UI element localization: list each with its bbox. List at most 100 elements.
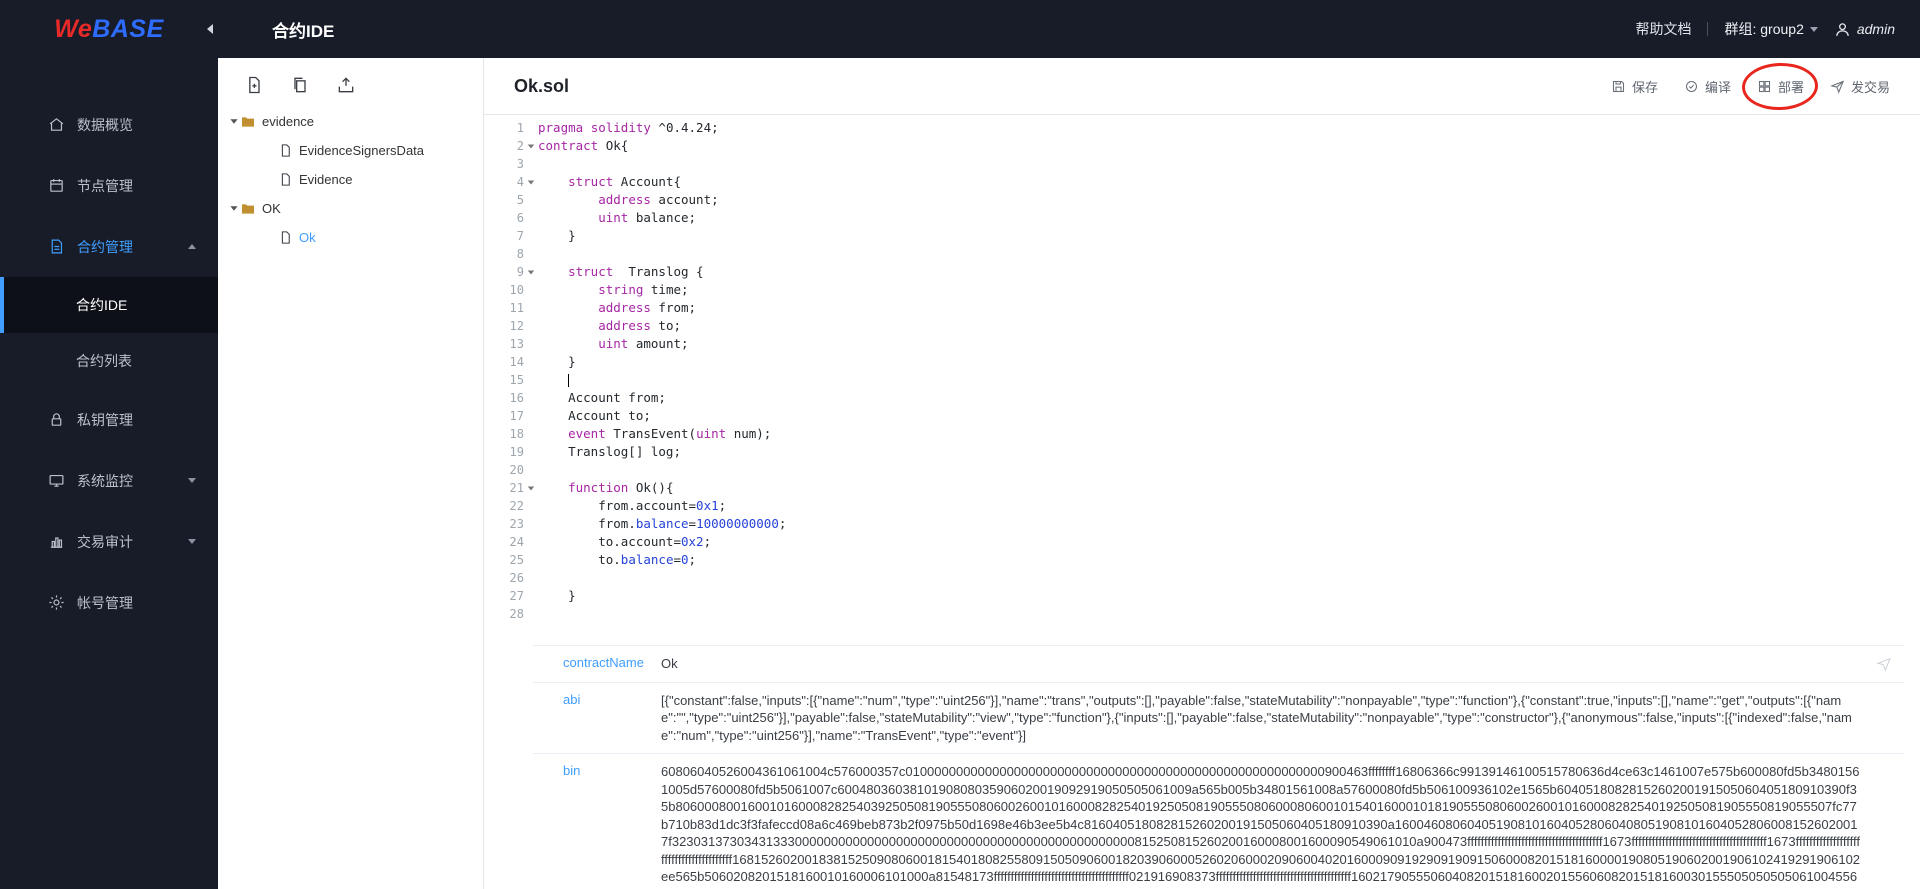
code-line[interactable]: 21 function Ok(){ xyxy=(484,479,1920,497)
line-number: 22 xyxy=(509,499,524,513)
open-file-title: Ok.sol xyxy=(514,75,570,96)
code-text: contract Ok{ xyxy=(538,138,629,153)
sidebar-item-private-key[interactable]: 私钥管理 xyxy=(0,389,218,450)
output-value: Ok xyxy=(661,656,678,671)
save-button[interactable]: 保存 xyxy=(1611,77,1658,96)
sidebar-item-account-mgmt[interactable]: 帐号管理 xyxy=(0,572,218,633)
fold-gutter xyxy=(524,515,538,533)
code-line[interactable]: 19 Translog[] log; xyxy=(484,443,1920,461)
tree-folder-ok[interactable]: OK xyxy=(218,194,483,223)
compile-icon xyxy=(1685,80,1697,92)
code-line[interactable]: 14 } xyxy=(484,353,1920,371)
fold-gutter xyxy=(524,119,538,137)
fold-gutter xyxy=(524,497,538,515)
tree-file-evidencesignersdata[interactable]: EvidenceSignersData xyxy=(218,136,483,165)
code-text: to.balance=0; xyxy=(538,552,697,567)
code-line[interactable]: 11 address from; xyxy=(484,299,1920,317)
compile-label: 编译 xyxy=(1704,79,1731,95)
code-line[interactable]: 3 xyxy=(484,155,1920,173)
tree-expand-icon[interactable] xyxy=(228,206,240,211)
sidebar-item-contract-mgmt[interactable]: 合约管理 xyxy=(0,216,218,277)
deploy-button[interactable]: 部署 xyxy=(1741,61,1819,111)
code-line[interactable]: 1 pragma solidity ^0.4.24; xyxy=(484,119,1920,137)
line-number: 12 xyxy=(509,319,524,333)
group-selector[interactable]: 群组: group2 xyxy=(1724,19,1818,39)
code-line[interactable]: 17 Account to; xyxy=(484,407,1920,425)
compile-button[interactable]: 编译 xyxy=(1684,77,1731,96)
fold-toggle-icon[interactable] xyxy=(524,137,538,155)
new-file-icon[interactable] xyxy=(244,75,264,95)
monitor-icon xyxy=(49,474,64,487)
fold-toggle-icon[interactable] xyxy=(524,173,538,191)
line-number: 2 xyxy=(516,139,524,153)
code-text: Account from; xyxy=(538,390,666,405)
tree-file-evidence[interactable]: Evidence xyxy=(218,165,483,194)
user-menu[interactable]: admin xyxy=(1834,21,1895,38)
output-label: abi xyxy=(563,691,581,707)
code-line[interactable]: 15 xyxy=(484,371,1920,389)
output-send-icon[interactable] xyxy=(1876,656,1892,677)
sidebar-item-label: 数据概览 xyxy=(77,116,133,133)
tree-file-ok[interactable]: Ok xyxy=(218,223,483,252)
code-text: struct Translog { xyxy=(568,264,704,279)
sidebar-item-contract-ide[interactable]: 合约IDE xyxy=(0,277,218,333)
line-number: 16 xyxy=(509,391,524,405)
header-divider xyxy=(1707,22,1709,36)
code-line[interactable]: 6 uint balance; xyxy=(484,209,1920,227)
sidebar-item-tx-audit[interactable]: 交易审计 xyxy=(0,511,218,572)
tree-expand-icon[interactable] xyxy=(228,119,240,124)
code-line[interactable]: 20 xyxy=(484,461,1920,479)
code-line[interactable]: 26 xyxy=(484,569,1920,587)
upload-icon[interactable] xyxy=(336,75,356,95)
code-line[interactable]: 24 to.account=0x2; xyxy=(484,533,1920,551)
page-title: 合约IDE xyxy=(272,21,335,41)
code-line[interactable]: 13 uint amount; xyxy=(484,335,1920,353)
sidebar-item-node-mgmt[interactable]: 节点管理 xyxy=(0,155,218,216)
tree-folder-evidence[interactable]: evidence xyxy=(218,107,483,136)
code-line[interactable]: 2 contract Ok{ xyxy=(484,137,1920,155)
fold-toggle-icon[interactable] xyxy=(524,263,538,281)
deploy-icon xyxy=(1758,80,1770,92)
fold-toggle-icon[interactable] xyxy=(524,479,538,497)
sidebar-subitem-label: 合约IDE xyxy=(76,297,128,313)
sidebar-collapse-icon[interactable] xyxy=(207,24,213,34)
code-line[interactable]: 28 xyxy=(484,605,1920,623)
code-line[interactable]: 25 to.balance=0; xyxy=(484,551,1920,569)
code-line[interactable]: 23 from.balance=10000000000; xyxy=(484,515,1920,533)
line-number: 17 xyxy=(509,409,524,423)
code-line[interactable]: 22 from.account=0x1; xyxy=(484,497,1920,515)
sidebar-item-contract-list[interactable]: 合约列表 xyxy=(0,333,218,389)
help-doc-link[interactable]: 帮助文档 xyxy=(1635,19,1691,39)
line-number: 15 xyxy=(509,373,524,387)
code-line[interactable]: 4 struct Account{ xyxy=(484,173,1920,191)
line-number: 24 xyxy=(509,535,524,549)
code-line[interactable]: 16 Account from; xyxy=(484,389,1920,407)
fold-gutter xyxy=(524,245,538,263)
code-line[interactable]: 27 } xyxy=(484,587,1920,605)
sidebar-item-data-overview[interactable]: 数据概览 xyxy=(0,94,218,155)
line-number: 26 xyxy=(509,571,524,585)
send-transaction-button[interactable]: 发交易 xyxy=(1830,77,1890,96)
sidebar-item-system-monitor[interactable]: 系统监控 xyxy=(0,450,218,511)
code-text: } xyxy=(538,588,576,603)
code-line[interactable]: 8 xyxy=(484,245,1920,263)
fold-gutter xyxy=(524,533,538,551)
code-line[interactable]: 18 event TransEvent(uint num); xyxy=(484,425,1920,443)
code-line[interactable]: 7 } xyxy=(484,227,1920,245)
fold-gutter xyxy=(524,569,538,587)
logo[interactable]: We BASE xyxy=(0,0,218,58)
code-line[interactable]: 5 address account; xyxy=(484,191,1920,209)
code-line[interactable]: 12 address to; xyxy=(484,317,1920,335)
code-line[interactable]: 10 string time; xyxy=(484,281,1920,299)
code-line[interactable]: 9 struct Translog { xyxy=(484,263,1920,281)
fold-gutter xyxy=(524,461,538,479)
copy-file-icon[interactable] xyxy=(290,75,310,95)
code-text: } xyxy=(538,354,576,369)
fold-gutter xyxy=(524,425,538,443)
code-text: address to; xyxy=(598,318,682,333)
sidebar-item-label: 帐号管理 xyxy=(77,594,133,611)
save-label: 保存 xyxy=(1631,79,1658,95)
code-editor[interactable]: 1 pragma solidity ^0.4.24; 2 contract Ok{ 3 4… xyxy=(484,115,1920,634)
fold-gutter xyxy=(524,155,538,173)
code-text: pragma solidity ^0.4.24; xyxy=(538,120,719,135)
